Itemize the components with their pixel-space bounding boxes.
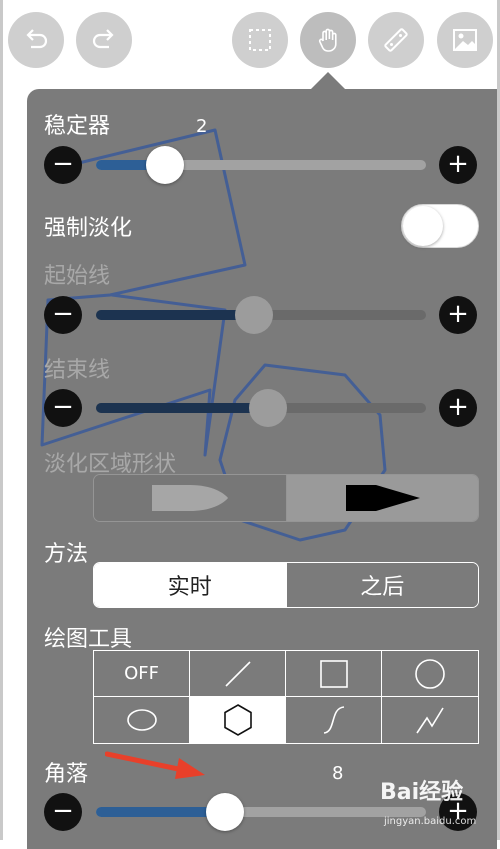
image-icon [453, 29, 477, 51]
selection-icon [249, 29, 271, 51]
image-tool-button[interactable] [437, 12, 493, 68]
pointed-taper-icon [346, 485, 421, 511]
ruler-tool-button[interactable] [368, 12, 424, 68]
end-line-label: 结束线 [44, 358, 111, 383]
start-line-decrease-button[interactable]: − [44, 296, 82, 334]
end-line-increase-button[interactable]: + [439, 389, 477, 427]
force-fade-toggle[interactable] [401, 204, 479, 248]
stabilizer-decrease-button[interactable]: − [44, 146, 82, 184]
rectangle-icon [319, 659, 348, 688]
start-line-label: 起始线 [44, 264, 111, 289]
end-line-slider-knob[interactable] [248, 389, 287, 427]
tool-off-label: OFF [124, 663, 159, 684]
fade-shape-pointed-option[interactable] [286, 475, 478, 521]
tool-ellipse-button[interactable] [94, 697, 190, 743]
stabilizer-slider-track[interactable] [96, 146, 426, 184]
watermark: Bai经验 [380, 780, 464, 805]
circle-icon [415, 658, 445, 689]
end-line-slider-track[interactable] [96, 389, 426, 427]
start-line-slider-track[interactable] [96, 296, 426, 334]
force-fade-label: 强制淡化 [44, 216, 133, 241]
corners-value: 8 [332, 763, 344, 784]
tool-circle-button[interactable] [382, 651, 478, 697]
ruler-icon [384, 28, 408, 52]
hexagon-icon [223, 704, 252, 736]
tool-off-button[interactable]: OFF [94, 651, 190, 697]
method-label: 方法 [44, 542, 89, 567]
tool-rectangle-button[interactable] [286, 651, 382, 697]
tool-polyline-button[interactable] [382, 697, 478, 743]
corners-label: 角落 [44, 762, 89, 787]
undo-button[interactable] [8, 12, 64, 68]
stabilizer-increase-button[interactable]: + [439, 146, 477, 184]
curve-icon [323, 706, 344, 734]
hand-tool-icon [318, 28, 337, 52]
end-line-decrease-button[interactable]: − [44, 389, 82, 427]
hand-tool-button[interactable] [300, 12, 356, 68]
method-segmented-control: 实时 之后 [93, 562, 479, 608]
fade-shape-rounded-option[interactable] [94, 475, 287, 521]
corners-slider-knob[interactable] [205, 793, 244, 831]
rounded-taper-icon [151, 485, 228, 511]
undo-icon [26, 29, 48, 49]
left-frame-border [0, 0, 3, 840]
selection-tool-button[interactable] [232, 12, 288, 68]
redo-icon [92, 29, 114, 49]
stabilizer-label: 稳定器 [44, 114, 111, 139]
corners-slider-track[interactable] [96, 793, 426, 831]
start-line-slider-fill [96, 310, 255, 320]
tool-curve-button[interactable] [286, 697, 382, 743]
drawing-tools-grid: OFF [93, 650, 479, 744]
watermark-url: jingyan.baidu.com [384, 816, 477, 827]
redo-button[interactable] [76, 12, 132, 68]
fade-shape-selector [93, 474, 479, 522]
tool-hexagon-button[interactable] [190, 697, 286, 743]
end-line-slider-fill [96, 403, 268, 413]
ellipse-icon [126, 709, 157, 731]
annotation-arrow-icon [105, 751, 205, 779]
polyline-icon [416, 707, 444, 734]
corners-decrease-button[interactable]: − [44, 793, 82, 831]
start-line-increase-button[interactable]: + [439, 296, 477, 334]
force-fade-toggle-knob [403, 206, 443, 246]
line-icon [224, 660, 251, 687]
method-realtime-option[interactable]: 实时 [94, 563, 286, 607]
panel-pointer [310, 72, 346, 90]
method-after-option[interactable]: 之后 [285, 563, 478, 607]
drawing-tools-label: 绘图工具 [44, 627, 133, 652]
tool-line-button[interactable] [190, 651, 286, 697]
stabilizer-value: 2 [196, 116, 208, 137]
